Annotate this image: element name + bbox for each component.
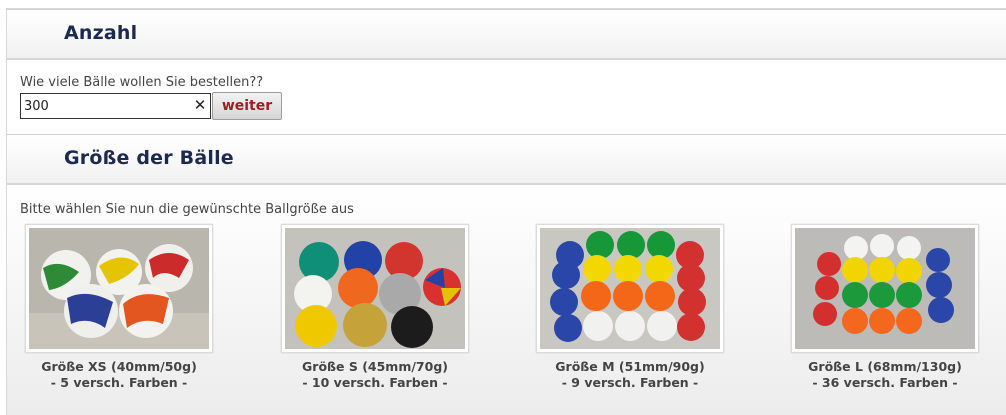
quantity-input[interactable] (20, 93, 211, 119)
size-xs-photo[interactable] (25, 224, 213, 353)
size-m-photo[interactable] (536, 224, 724, 353)
size-l-photo[interactable] (791, 224, 979, 353)
size-instruction: Bitte wählen Sie nun die gewünschte Ball… (20, 202, 354, 217)
size-s-photo[interactable] (281, 224, 469, 353)
size-section-title: Größe der Bälle (64, 147, 234, 169)
size-option-xs[interactable]: Größe XS (40mm/50g) - 5 versch. Farben - (25, 224, 213, 391)
size-s-subtitle: - 10 versch. Farben - (302, 375, 448, 390)
quantity-section-title: Anzahl (64, 22, 138, 44)
size-m-title: Größe M (51mm/90g) (555, 359, 705, 374)
weiter-button[interactable]: weiter (212, 92, 282, 120)
size-m-subtitle: - 9 versch. Farben - (561, 375, 699, 390)
size-xs-title: Größe XS (40mm/50g) (41, 359, 197, 374)
quantity-section-header: Anzahl (7, 9, 1006, 60)
size-l-subtitle: - 36 versch. Farben - (812, 375, 958, 390)
size-option-s[interactable]: Größe S (45mm/70g) - 10 versch. Farben - (281, 224, 469, 391)
size-section-header: Größe der Bälle (7, 134, 1006, 185)
size-option-m[interactable]: Größe M (51mm/90g) - 9 versch. Farben - (536, 224, 724, 391)
size-l-title: Größe L (68mm/130g) (808, 359, 962, 374)
size-xs-subtitle: - 5 versch. Farben - (50, 375, 188, 390)
clear-input-icon[interactable]: ✕ (193, 96, 207, 114)
size-option-l[interactable]: Größe L (68mm/130g) - 36 versch. Farben … (791, 224, 979, 391)
size-s-title: Größe S (45mm/70g) (302, 359, 448, 374)
quantity-question: Wie viele Bälle wollen Sie bestellen?? (20, 75, 264, 90)
